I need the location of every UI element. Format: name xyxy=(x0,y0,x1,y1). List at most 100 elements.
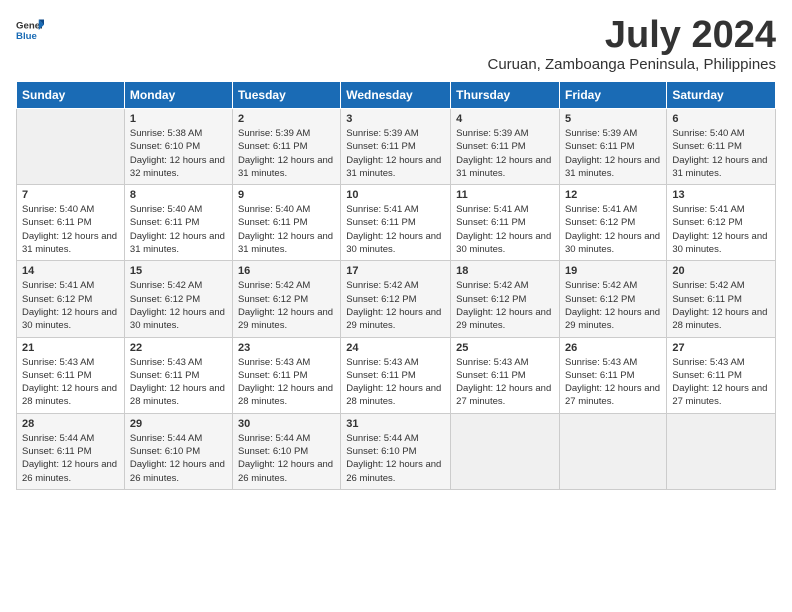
day-detail: Sunrise: 5:43 AMSunset: 6:11 PMDaylight:… xyxy=(130,357,225,408)
day-detail: Sunrise: 5:41 AMSunset: 6:11 PMDaylight:… xyxy=(346,204,441,255)
day-number: 30 xyxy=(238,418,335,430)
logo-icon: General Blue xyxy=(16,16,44,44)
day-number: 5 xyxy=(565,113,661,125)
title-section: July 2024 Curuan, Zamboanga Peninsula, P… xyxy=(487,16,776,73)
table-row: 28Sunrise: 5:44 AMSunset: 6:11 PMDayligh… xyxy=(17,413,125,489)
logo: General Blue xyxy=(16,16,44,44)
day-detail: Sunrise: 5:39 AMSunset: 6:11 PMDaylight:… xyxy=(565,128,660,179)
table-row: 15Sunrise: 5:42 AMSunset: 6:12 PMDayligh… xyxy=(124,261,232,337)
table-row: 5 Sunrise: 5:39 AMSunset: 6:11 PMDaylight… xyxy=(560,109,667,185)
day-number: 11 xyxy=(456,189,554,201)
day-detail: Sunrise: 5:40 AMSunset: 6:11 PMDaylight:… xyxy=(238,204,333,255)
day-number: 16 xyxy=(238,265,335,277)
day-number: 29 xyxy=(130,418,227,430)
table-row: 18Sunrise: 5:42 AMSunset: 6:12 PMDayligh… xyxy=(451,261,560,337)
day-detail: Sunrise: 5:39 AMSunset: 6:11 PMDaylight:… xyxy=(238,128,333,179)
table-row xyxy=(560,413,667,489)
day-number: 19 xyxy=(565,265,661,277)
calendar-week-row: 1 Sunrise: 5:38 AMSunset: 6:10 PMDaylight… xyxy=(17,109,776,185)
day-detail: Sunrise: 5:42 AMSunset: 6:12 PMDaylight:… xyxy=(565,280,660,331)
day-number: 9 xyxy=(238,189,335,201)
day-number: 2 xyxy=(238,113,335,125)
header-friday: Friday xyxy=(560,82,667,109)
day-detail: Sunrise: 5:44 AMSunset: 6:11 PMDaylight:… xyxy=(22,433,117,484)
day-number: 24 xyxy=(346,342,445,354)
day-number: 17 xyxy=(346,265,445,277)
table-row: 19 Sunrise: 5:42 AMSunset: 6:12 PMDayligh… xyxy=(560,261,667,337)
calendar-week-row: 14Sunrise: 5:41 AMSunset: 6:12 PMDayligh… xyxy=(17,261,776,337)
day-detail: Sunrise: 5:42 AMSunset: 6:12 PMDaylight:… xyxy=(130,280,225,331)
table-row: 22Sunrise: 5:43 AMSunset: 6:11 PMDayligh… xyxy=(124,337,232,413)
table-row: 4 Sunrise: 5:39 AMSunset: 6:11 PMDaylight… xyxy=(451,109,560,185)
day-detail: Sunrise: 5:41 AMSunset: 6:12 PMDaylight:… xyxy=(565,204,660,255)
day-detail: Sunrise: 5:43 AMSunset: 6:11 PMDaylight:… xyxy=(565,357,660,408)
table-row: 10Sunrise: 5:41 AMSunset: 6:11 PMDayligh… xyxy=(341,185,451,261)
day-detail: Sunrise: 5:43 AMSunset: 6:11 PMDaylight:… xyxy=(22,357,117,408)
day-detail: Sunrise: 5:39 AMSunset: 6:11 PMDaylight:… xyxy=(346,128,441,179)
day-number: 25 xyxy=(456,342,554,354)
day-number: 6 xyxy=(672,113,770,125)
day-detail: Sunrise: 5:43 AMSunset: 6:11 PMDaylight:… xyxy=(456,357,551,408)
table-row: 9 Sunrise: 5:40 AMSunset: 6:11 PMDaylight… xyxy=(232,185,340,261)
table-row: 1 Sunrise: 5:38 AMSunset: 6:10 PMDaylight… xyxy=(124,109,232,185)
table-row: 16 Sunrise: 5:42 AMSunset: 6:12 PMDayligh… xyxy=(232,261,340,337)
day-detail: Sunrise: 5:42 AMSunset: 6:12 PMDaylight:… xyxy=(238,280,333,331)
table-row: 17Sunrise: 5:42 AMSunset: 6:12 PMDayligh… xyxy=(341,261,451,337)
day-detail: Sunrise: 5:41 AMSunset: 6:12 PMDaylight:… xyxy=(672,204,767,255)
day-detail: Sunrise: 5:41 AMSunset: 6:11 PMDaylight:… xyxy=(456,204,551,255)
table-row: 24 Sunrise: 5:43 AMSunset: 6:11 PMDayligh… xyxy=(341,337,451,413)
day-detail: Sunrise: 5:44 AMSunset: 6:10 PMDaylight:… xyxy=(346,433,441,484)
day-detail: Sunrise: 5:43 AMSunset: 6:11 PMDaylight:… xyxy=(238,357,333,408)
table-row: 20Sunrise: 5:42 AMSunset: 6:11 PMDayligh… xyxy=(667,261,776,337)
day-detail: Sunrise: 5:44 AMSunset: 6:10 PMDaylight:… xyxy=(130,433,225,484)
calendar-week-row: 28Sunrise: 5:44 AMSunset: 6:11 PMDayligh… xyxy=(17,413,776,489)
header-sunday: Sunday xyxy=(17,82,125,109)
day-detail: Sunrise: 5:40 AMSunset: 6:11 PMDaylight:… xyxy=(22,204,117,255)
day-detail: Sunrise: 5:38 AMSunset: 6:10 PMDaylight:… xyxy=(130,128,225,179)
table-row: 30 Sunrise: 5:44 AMSunset: 6:10 PMDayligh… xyxy=(232,413,340,489)
day-number: 1 xyxy=(130,113,227,125)
calendar-week-row: 7Sunrise: 5:40 AMSunset: 6:11 PMDaylight… xyxy=(17,185,776,261)
page-header: General Blue July 2024 Curuan, Zamboanga… xyxy=(16,16,776,73)
table-row: 25 Sunrise: 5:43 AMSunset: 6:11 PMDayligh… xyxy=(451,337,560,413)
table-row xyxy=(17,109,125,185)
table-row: 7Sunrise: 5:40 AMSunset: 6:11 PMDaylight… xyxy=(17,185,125,261)
calendar-table: Sunday Monday Tuesday Wednesday Thursday… xyxy=(16,81,776,490)
day-detail: Sunrise: 5:44 AMSunset: 6:10 PMDaylight:… xyxy=(238,433,333,484)
table-row: 26 Sunrise: 5:43 AMSunset: 6:11 PMDayligh… xyxy=(560,337,667,413)
table-row: 11 Sunrise: 5:41 AMSunset: 6:11 PMDayligh… xyxy=(451,185,560,261)
day-number: 26 xyxy=(565,342,661,354)
table-row: 21Sunrise: 5:43 AMSunset: 6:11 PMDayligh… xyxy=(17,337,125,413)
table-row: 3 Sunrise: 5:39 AMSunset: 6:11 PMDaylight… xyxy=(341,109,451,185)
table-row: 12 Sunrise: 5:41 AMSunset: 6:12 PMDayligh… xyxy=(560,185,667,261)
day-detail: Sunrise: 5:43 AMSunset: 6:11 PMDaylight:… xyxy=(346,357,441,408)
header-wednesday: Wednesday xyxy=(341,82,451,109)
table-row: 14Sunrise: 5:41 AMSunset: 6:12 PMDayligh… xyxy=(17,261,125,337)
day-number: 8 xyxy=(130,189,227,201)
calendar-subtitle: Curuan, Zamboanga Peninsula, Philippines xyxy=(487,56,776,73)
table-row: 13 Sunrise: 5:41 AMSunset: 6:12 PMDayligh… xyxy=(667,185,776,261)
day-number: 3 xyxy=(346,113,445,125)
table-row xyxy=(667,413,776,489)
day-number: 12 xyxy=(565,189,661,201)
day-number: 13 xyxy=(672,189,770,201)
table-row: 29 Sunrise: 5:44 AMSunset: 6:10 PMDayligh… xyxy=(124,413,232,489)
calendar-week-row: 21Sunrise: 5:43 AMSunset: 6:11 PMDayligh… xyxy=(17,337,776,413)
day-number: 4 xyxy=(456,113,554,125)
day-detail: Sunrise: 5:43 AMSunset: 6:11 PMDaylight:… xyxy=(672,357,767,408)
day-number: 27 xyxy=(672,342,770,354)
day-detail: Sunrise: 5:42 AMSunset: 6:12 PMDaylight:… xyxy=(456,280,551,331)
day-number: 31 xyxy=(346,418,445,430)
header-monday: Monday xyxy=(124,82,232,109)
day-detail: Sunrise: 5:41 AMSunset: 6:12 PMDaylight:… xyxy=(22,280,117,331)
day-detail: Sunrise: 5:40 AMSunset: 6:11 PMDaylight:… xyxy=(130,204,225,255)
table-row: 8 Sunrise: 5:40 AMSunset: 6:11 PMDaylight… xyxy=(124,185,232,261)
table-row xyxy=(451,413,560,489)
header-thursday: Thursday xyxy=(451,82,560,109)
day-number: 20 xyxy=(672,265,770,277)
day-detail: Sunrise: 5:39 AMSunset: 6:11 PMDaylight:… xyxy=(456,128,551,179)
weekday-header-row: Sunday Monday Tuesday Wednesday Thursday… xyxy=(17,82,776,109)
table-row: 27 Sunrise: 5:43 AMSunset: 6:11 PMDayligh… xyxy=(667,337,776,413)
svg-text:Blue: Blue xyxy=(16,31,37,42)
day-detail: Sunrise: 5:40 AMSunset: 6:11 PMDaylight:… xyxy=(672,128,767,179)
